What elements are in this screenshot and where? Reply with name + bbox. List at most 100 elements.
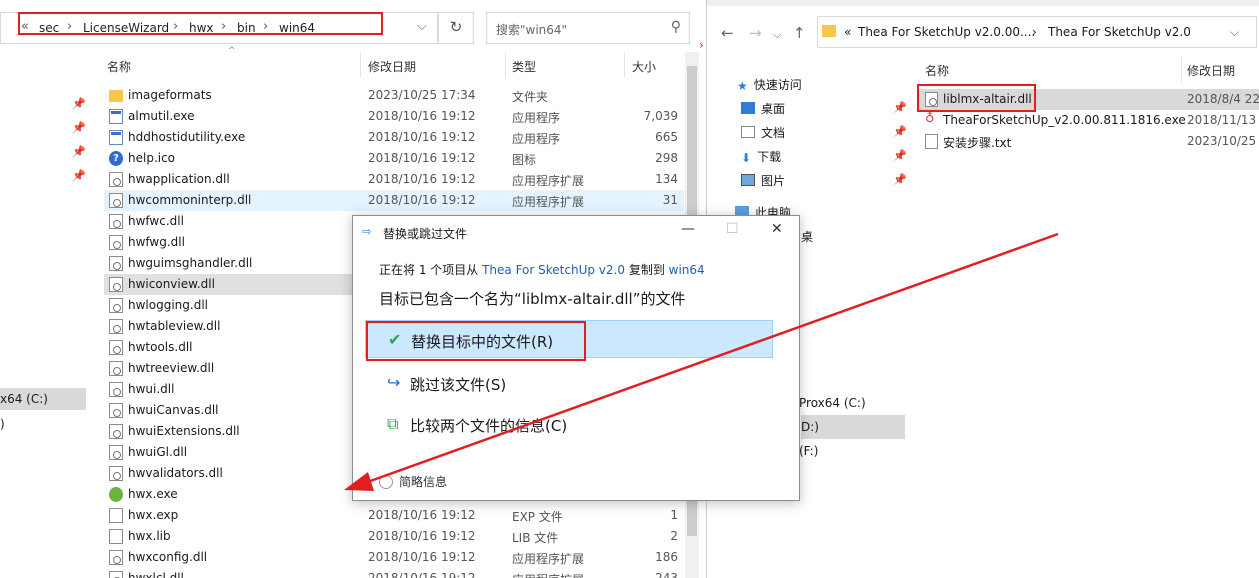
file-name: hddhostidutility.exe [128, 130, 246, 144]
breadcrumb-overflow[interactable]: « [844, 25, 851, 39]
file-size: 298 [655, 151, 678, 165]
nav-downloads[interactable]: ⬇ 下载 [741, 148, 781, 165]
address-dropdown-icon[interactable]: ⌵ [417, 19, 427, 34]
left-search-input[interactable]: 搜索"win64" ⚲ [486, 12, 690, 44]
file-row-install-txt[interactable]: 安装步骤.txt 2023/10/25 1 [919, 131, 1259, 152]
history-dropdown-icon[interactable]: ⌵ [773, 28, 781, 42]
column-header-type[interactable]: 类型 [512, 58, 536, 75]
file-row-thea-exe[interactable]: ♁ TheaForSketchUp_v2.0.00.811.1816.exe 2… [919, 110, 1259, 131]
column-header-size[interactable]: 大小 [632, 58, 656, 75]
source-folder-link[interactable]: Thea For SketchUp v2.0 [482, 263, 625, 277]
file-highlight-box [917, 84, 1036, 112]
minimize-button[interactable]: — [681, 221, 695, 237]
file-name: hwfwc.dll [128, 214, 184, 228]
file-name: hwtreeview.dll [128, 361, 215, 375]
file-name: hwx.exp [128, 508, 179, 522]
dll-icon [109, 445, 123, 460]
pin-icon[interactable]: 📌 [72, 169, 86, 182]
column-header-date[interactable]: 修改日期 [368, 58, 416, 75]
file-row[interactable]: hwcommoninterp.dll 2018/10/16 19:12 应用程序扩展… [104, 190, 684, 211]
file-name: imageformats [128, 88, 212, 102]
copy-description: 正在将 1 个项目从 Thea For SketchUp v2.0 复制到 wi… [379, 261, 705, 278]
pin-icon[interactable]: 📌 [72, 97, 86, 110]
nav-drive-d-selected[interactable]: D:) [801, 415, 905, 439]
file-row[interactable]: hwapplication.dll 2018/10/16 19:12 应用程序扩展 1… [104, 169, 684, 190]
up-icon[interactable]: ↑ [793, 24, 806, 42]
nav-item-selected-drive[interactable]: x64 (C:) [0, 388, 86, 410]
file-size: 134 [655, 172, 678, 186]
nav-pictures[interactable]: 图片 [741, 172, 785, 189]
compare-option-button[interactable]: ⧉ 比较两个文件的信息(C) [365, 405, 773, 443]
pin-icon[interactable]: 📌 [893, 149, 907, 162]
address-dropdown-icon[interactable]: ⌵ [1230, 25, 1239, 40]
dll-icon [109, 172, 123, 187]
chevron-up-icon [379, 475, 393, 489]
column-header-date[interactable]: 修改日期 [1187, 62, 1235, 79]
search-placeholder: 搜索"win64" [496, 23, 568, 37]
file-type: 应用程序 [512, 111, 561, 125]
pin-icon[interactable]: 📌 [72, 145, 86, 158]
column-divider[interactable] [505, 52, 506, 78]
forward-icon[interactable]: → [749, 24, 762, 42]
maximize-button[interactable]: ☐ [726, 221, 739, 237]
file-size: 1 [670, 508, 678, 522]
file-row[interactable]: ? help.ico 2018/10/16 19:12 图标 298 [104, 148, 684, 169]
file-name: hwuiCanvas.dll [128, 403, 219, 417]
nav-label: 快速访问 [753, 78, 802, 92]
pin-icon[interactable]: 📌 [893, 173, 907, 186]
nav-partial-label[interactable]: 桌 [801, 228, 813, 245]
folder-icon [109, 90, 123, 102]
dll-icon [109, 403, 123, 418]
nav-desktop[interactable]: 桌面 [741, 100, 785, 117]
file-name: hwui.dll [128, 382, 175, 396]
close-button[interactable]: ✕ [771, 221, 783, 237]
file-type: EXP 文件 [512, 510, 563, 524]
fewer-details-toggle[interactable]: 简略信息 [379, 473, 447, 490]
column-divider[interactable] [624, 52, 625, 78]
column-header-name[interactable]: 名称 [107, 58, 131, 75]
dll-icon [109, 256, 123, 271]
back-icon[interactable]: ← [721, 24, 734, 42]
file-name: hwlogging.dll [128, 298, 208, 312]
file-name: TheaForSketchUp_v2.0.00.811.1816.exe [943, 113, 1186, 127]
file-row[interactable]: hwxlcl.dll 2018/10/16 19:12 应用程序扩展 243 [104, 568, 684, 578]
file-name: hwvalidators.dll [128, 466, 223, 480]
hwx-icon [109, 487, 123, 502]
right-address-bar[interactable]: « Thea For SketchUp v2.0.00.... › Thea F… [817, 16, 1257, 48]
copy-icon: ⇨ [362, 225, 372, 238]
file-type: LIB 文件 [512, 531, 559, 545]
column-divider[interactable] [360, 52, 361, 78]
nav-documents[interactable]: 文档 [741, 124, 785, 141]
file-row[interactable]: imageformats 2023/10/25 17:34 文件夹 [104, 85, 684, 106]
file-row[interactable]: hddhostidutility.exe 2018/10/16 19:12 应用程序… [104, 127, 684, 148]
file-name: 安装步骤.txt [943, 136, 1012, 150]
breadcrumb-thea-parent[interactable]: Thea For SketchUp v2.0.00.... [858, 25, 1035, 39]
refresh-icon[interactable]: ↻ [438, 12, 474, 44]
exe-icon [109, 109, 123, 124]
file-row[interactable]: hwxconfig.dll 2018/10/16 19:12 应用程序扩展 186 [104, 547, 684, 568]
nav-drive-label: x64 (C:) [0, 392, 48, 406]
skip-option-button[interactable]: ↪ 跳过该文件(S) [365, 364, 773, 402]
file-date: 2023/10/25 1 [1187, 134, 1259, 148]
destination-folder-link[interactable]: win64 [669, 263, 705, 277]
file-row[interactable]: hwx.lib 2018/10/16 19:12 LIB 文件 2 [104, 526, 684, 547]
dll-icon [109, 298, 123, 313]
nav-quick-access[interactable]: ★ 快速访问 [737, 76, 802, 93]
nav-drive-c[interactable]: Prox64 (C:) [799, 396, 866, 410]
nav-drive-f[interactable]: (F:) [799, 444, 818, 458]
file-row[interactable]: hwx.exp 2018/10/16 19:12 EXP 文件 1 [104, 505, 684, 526]
pin-icon[interactable]: 📌 [72, 121, 86, 134]
pin-icon[interactable]: 📌 [893, 125, 907, 138]
nav-drive-label-partial[interactable]: ) [0, 417, 5, 431]
file-name: hwapplication.dll [128, 172, 230, 186]
file-size: 31 [662, 193, 678, 207]
file-row[interactable]: almutil.exe 2018/10/16 19:12 应用程序 7,039 [104, 106, 684, 127]
column-divider[interactable] [1181, 56, 1182, 82]
breadcrumb-thea-current[interactable]: Thea For SketchUp v2.0 [1048, 25, 1191, 39]
column-header-name[interactable]: 名称 [925, 62, 949, 79]
document-icon [741, 126, 755, 138]
file-date: 2018/10/16 19:12 [368, 130, 476, 144]
nav-label: 下载 [757, 150, 782, 164]
pin-icon[interactable]: 📌 [893, 101, 907, 114]
dll-icon [109, 424, 123, 439]
